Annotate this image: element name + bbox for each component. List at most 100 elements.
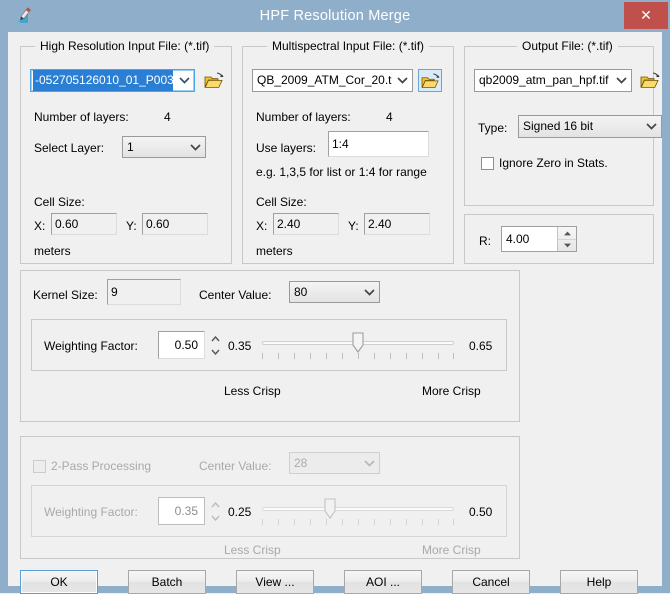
pass1-more-crisp-label: More Crisp xyxy=(422,384,481,398)
high-res-cell-x-value: 0.60 xyxy=(55,217,79,231)
high-resolution-input-group: High Resolution Input File: (*.tif) -052… xyxy=(20,39,232,264)
dialog-body: High Resolution Input File: (*.tif) -052… xyxy=(8,32,662,594)
pass2-slider[interactable] xyxy=(262,498,454,528)
high-res-layers-label: Number of layers: xyxy=(34,110,129,124)
high-resolution-file-combo[interactable]: -052705126010_01_P003.TIF xyxy=(30,69,195,92)
batch-button[interactable]: Batch xyxy=(128,570,206,594)
pass1-slider-thumb[interactable] xyxy=(352,332,364,353)
multispectral-cell-size-label: Cell Size: xyxy=(256,195,307,209)
pass1-group: Kernel Size: 9 Center Value: 80 Weightin… xyxy=(20,270,520,422)
multispectral-cell-x-input[interactable]: 2.40 xyxy=(273,213,339,235)
view-button[interactable]: View ... xyxy=(236,570,314,594)
pass1-weighting-input[interactable]: 0.50 xyxy=(158,331,205,359)
use-layers-label: Use layers: xyxy=(256,141,317,155)
pass1-slider-ticks xyxy=(262,353,454,360)
output-file-title: Output File: (*.tif) xyxy=(517,39,618,53)
use-layers-hint: e.g. 1,3,5 for list or 1:4 for range xyxy=(256,165,427,179)
ok-button[interactable]: OK xyxy=(20,570,98,594)
pass2-weighting-label: Weighting Factor: xyxy=(44,505,138,519)
chevron-down-icon[interactable] xyxy=(360,453,379,473)
two-pass-processing-checkbox[interactable] xyxy=(33,460,46,473)
chevron-down-icon[interactable] xyxy=(175,70,194,91)
pass2-weighting-spinner-down[interactable] xyxy=(208,511,223,524)
multispectral-layers-value: 4 xyxy=(386,110,393,124)
output-browse-button[interactable] xyxy=(637,69,663,91)
kernel-size-value: 9 xyxy=(111,285,118,299)
use-layers-value: 1:4 xyxy=(332,137,349,151)
kernel-size-input[interactable]: 9 xyxy=(107,279,181,305)
multispectral-input-group: Multispectral Input File: (*.tif) QB_200… xyxy=(242,39,454,264)
pass2-slider-min-label: 0.25 xyxy=(228,505,252,519)
select-layer-combo[interactable]: 1 xyxy=(122,136,206,158)
high-res-cell-y-input[interactable]: 0.60 xyxy=(142,213,208,235)
multispectral-y-label: Y: xyxy=(348,219,359,233)
pass1-weighting-spinner-down[interactable] xyxy=(208,345,223,358)
high-res-y-label: Y: xyxy=(126,219,137,233)
title-bar: HPF Resolution Merge ✕ xyxy=(0,0,670,32)
multispectral-browse-button[interactable] xyxy=(418,69,442,92)
pass1-weighting-value: 0.50 xyxy=(174,338,198,352)
pass2-weighting-value: 0.35 xyxy=(174,504,198,518)
output-file-combo[interactable]: qb2009_atm_pan_hpf.tif xyxy=(474,69,632,92)
output-file-group: Output File: (*.tif) qb2009_atm_pan_hpf.… xyxy=(464,39,662,206)
pass1-center-value-label: Center Value: xyxy=(199,288,272,302)
multispectral-input-title: Multispectral Input File: (*.tif) xyxy=(267,39,430,53)
pass1-less-crisp-label: Less Crisp xyxy=(224,384,281,398)
ratio-spinner[interactable]: 4.00 xyxy=(501,226,577,252)
high-resolution-browse-button[interactable] xyxy=(201,69,227,91)
high-res-units: meters xyxy=(34,244,71,258)
multispectral-cell-y-input[interactable]: 2.40 xyxy=(364,213,430,235)
multispectral-layers-label: Number of layers: xyxy=(256,110,351,124)
chevron-down-icon[interactable] xyxy=(612,70,631,91)
pass2-slider-max-label: 0.50 xyxy=(469,505,493,519)
chevron-down-icon[interactable] xyxy=(360,282,379,302)
close-button[interactable]: ✕ xyxy=(624,2,668,29)
help-button[interactable]: Help xyxy=(560,570,638,594)
high-res-x-label: X: xyxy=(34,219,46,233)
pass2-less-crisp-label: Less Crisp xyxy=(224,543,281,557)
output-type-combo[interactable]: Signed 16 bit xyxy=(518,115,662,138)
pass2-center-value: 28 xyxy=(294,456,308,470)
pass2-slider-ticks xyxy=(262,519,454,526)
chevron-down-icon[interactable] xyxy=(642,116,661,137)
multispectral-x-label: X: xyxy=(256,219,268,233)
pass2-slider-track[interactable] xyxy=(262,507,454,511)
window-title: HPF Resolution Merge xyxy=(259,8,411,24)
pass1-center-value-combo[interactable]: 80 xyxy=(289,281,380,303)
ignore-zero-checkbox[interactable] xyxy=(481,157,494,170)
use-layers-input[interactable]: 1:4 xyxy=(328,131,429,157)
pass2-weighting-spinner-up[interactable] xyxy=(208,498,223,511)
cancel-button[interactable]: Cancel xyxy=(452,570,530,594)
high-res-cell-y-value: 0.60 xyxy=(146,217,170,231)
pass1-slider-min-label: 0.35 xyxy=(228,339,252,353)
ratio-spinner-down[interactable] xyxy=(558,239,576,251)
pass1-weighting-spinner-up[interactable] xyxy=(208,332,223,345)
pass1-slider-max-label: 0.65 xyxy=(469,339,493,353)
pass1-weighting-frame: Weighting Factor: 0.50 0.35 0.65 xyxy=(31,319,507,371)
ratio-spinner-buttons[interactable] xyxy=(557,227,576,251)
high-resolution-file-value: -052705126010_01_P003.TIF xyxy=(33,70,173,91)
high-resolution-input-title: High Resolution Input File: (*.tif) xyxy=(35,39,215,53)
ratio-value: 4.00 xyxy=(506,232,530,246)
kernel-size-label: Kernel Size: xyxy=(33,288,98,302)
ratio-label: R: xyxy=(479,234,491,248)
pass1-slider[interactable] xyxy=(262,332,454,362)
output-type-value: Signed 16 bit xyxy=(523,119,594,133)
multispectral-file-combo[interactable]: QB_2009_ATM_Cor_20.tif xyxy=(252,69,413,92)
two-pass-processing-label: 2-Pass Processing xyxy=(51,459,152,473)
multispectral-units: meters xyxy=(256,244,293,258)
hpf-resolution-merge-dialog: HPF Resolution Merge ✕ High Resolution I… xyxy=(0,0,670,594)
chevron-down-icon[interactable] xyxy=(393,70,412,91)
select-layer-value: 1 xyxy=(127,140,134,154)
pass2-slider-thumb[interactable] xyxy=(324,498,336,519)
pass2-weighting-input[interactable]: 0.35 xyxy=(158,497,205,525)
pass2-center-value-combo[interactable]: 28 xyxy=(289,452,380,474)
pass1-weighting-spinner[interactable] xyxy=(208,332,223,358)
pass2-weighting-spinner[interactable] xyxy=(208,498,223,524)
aoi-button[interactable]: AOI ... xyxy=(344,570,422,594)
multispectral-cell-y-value: 2.40 xyxy=(368,217,392,231)
output-file-value: qb2009_atm_pan_hpf.tif xyxy=(479,73,609,87)
chevron-down-icon[interactable] xyxy=(186,137,205,157)
high-res-cell-x-input[interactable]: 0.60 xyxy=(51,213,117,235)
multispectral-cell-x-value: 2.40 xyxy=(277,217,301,231)
